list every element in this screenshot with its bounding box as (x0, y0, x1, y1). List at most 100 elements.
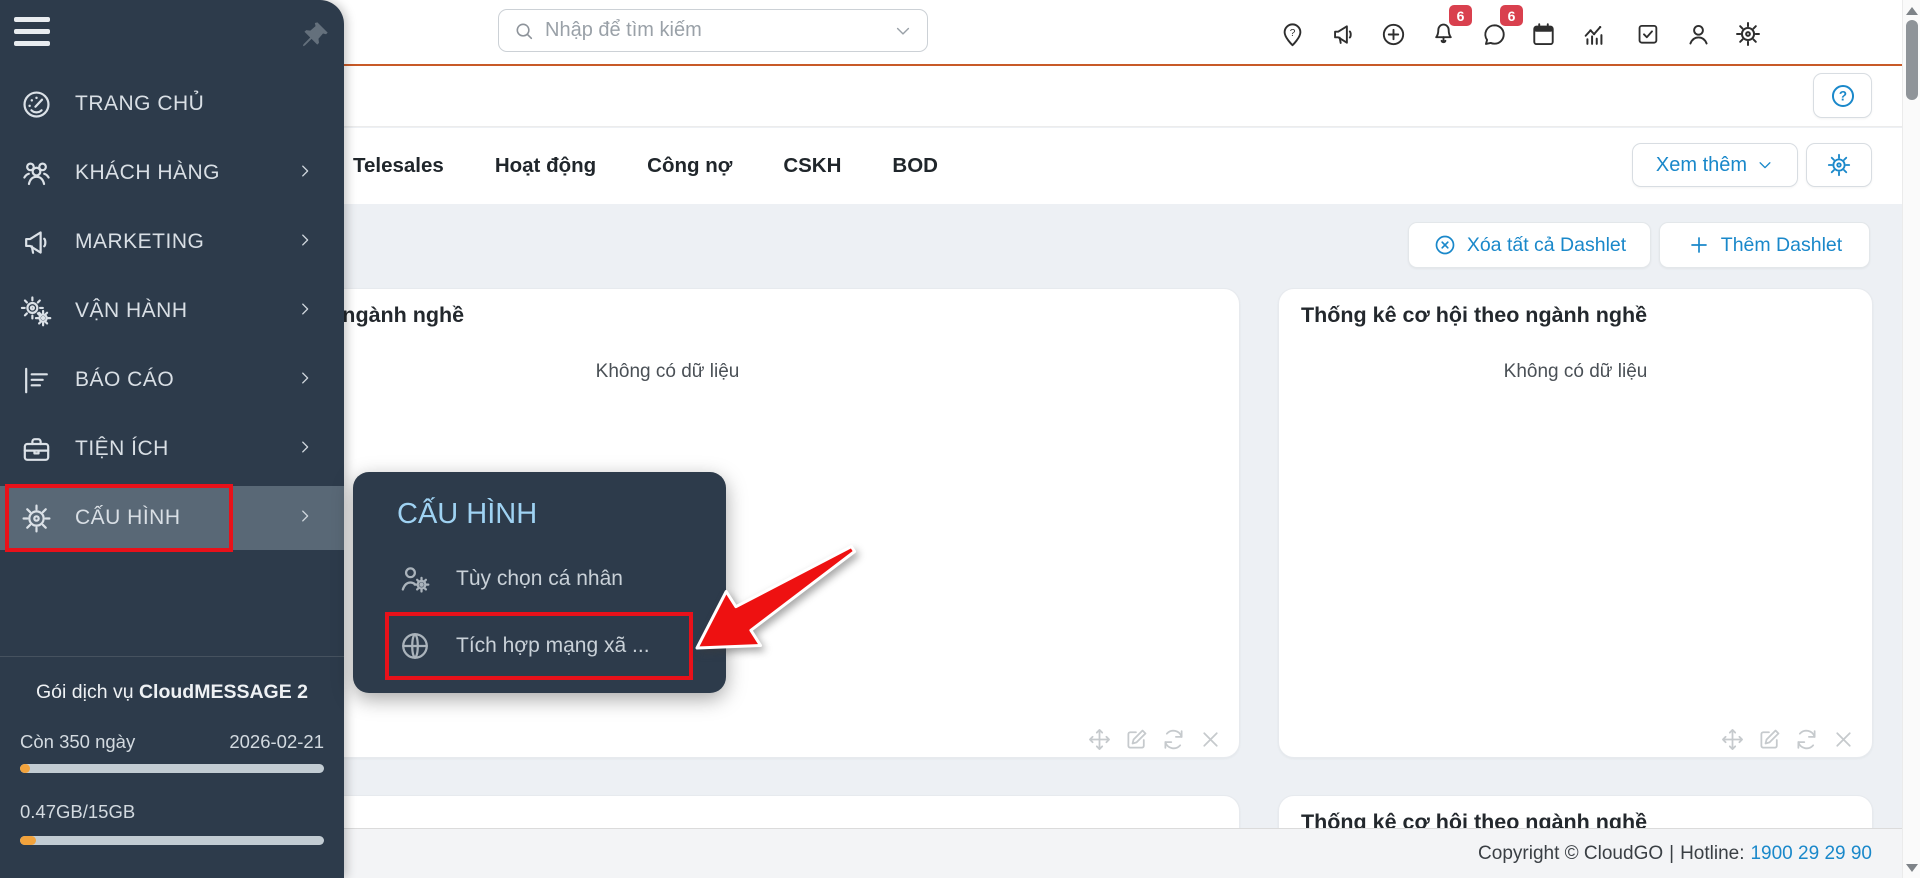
dashlet-card: Thống kê cơ hội theo ngành nghề Không có… (1278, 288, 1873, 758)
dashboard-settings-button[interactable] (1806, 143, 1872, 187)
bell-icon[interactable]: 6 (1423, 5, 1472, 54)
add-dashlet-button[interactable]: Thêm Dashlet (1659, 222, 1870, 268)
tab-cskh[interactable]: CSKH (783, 154, 841, 178)
edit-dashlet-icon[interactable] (1123, 726, 1149, 752)
sidebar-item-label: KHÁCH HÀNG (75, 161, 221, 184)
move-dashlet-icon[interactable] (1086, 726, 1112, 752)
sidebar-item-tien-ich[interactable]: TIỆN ÍCH (0, 417, 344, 481)
question-circle-icon (1829, 82, 1857, 110)
plus-circle-icon[interactable] (1373, 14, 1413, 54)
tab-hoat-dong[interactable]: Hoạt động (495, 154, 596, 178)
clear-all-label: Xóa tất cả Dashlet (1466, 233, 1627, 256)
utilities-briefcase-icon (20, 433, 53, 466)
dashboard-icon (20, 88, 53, 121)
hamburger-menu-icon[interactable] (14, 15, 50, 49)
customers-icon (20, 157, 53, 190)
chevron-down-icon[interactable] (893, 21, 913, 41)
edit-dashlet-icon[interactable] (1756, 726, 1782, 752)
scroll-up-button[interactable] (1906, 7, 1918, 15)
report-icon (20, 364, 53, 397)
analytics-icon[interactable] (1575, 14, 1615, 54)
plan-title: Gói dịch vụ CloudMESSAGE 2 (0, 681, 344, 704)
chevron-right-icon (296, 300, 314, 323)
dashlet-tools (1719, 726, 1856, 752)
sidebar-item-label: VẬN HÀNH (75, 299, 188, 322)
gear-icon (1826, 152, 1852, 178)
refresh-dashlet-icon[interactable] (1160, 726, 1186, 752)
sidebar-item-label: TIỆN ÍCH (75, 437, 169, 460)
footer-separator: | (1669, 842, 1675, 864)
sidebar-item-label: BÁO CÁO (75, 368, 175, 391)
scroll-down-button[interactable] (1906, 864, 1918, 872)
sidebar-item-khach-hang[interactable]: KHÁCH HÀNG (0, 141, 344, 205)
chevron-right-icon (296, 369, 314, 392)
service-plan-panel: Gói dịch vụ CloudMESSAGE 2 Còn 350 ngày … (0, 656, 344, 845)
sidebar-item-bao-cao[interactable]: BÁO CÁO (0, 348, 344, 412)
chat-icon[interactable]: 6 (1474, 5, 1523, 54)
tasks-check-icon[interactable] (1628, 14, 1668, 54)
chevron-down-icon (1756, 156, 1774, 174)
see-more-button[interactable]: Xem thêm (1632, 143, 1798, 187)
megaphone-icon (20, 226, 53, 259)
hotline-number[interactable]: 1900 29 29 90 (1750, 843, 1872, 865)
menu-item-tuy-chon-ca-nhan[interactable]: Tùy chọn cá nhân (398, 556, 708, 602)
user-icon[interactable] (1678, 14, 1718, 54)
dashlet-tools (1086, 726, 1223, 752)
sidebar: TRANG CHỦ KHÁCH HÀNG MARKETING VẬN HÀNH … (0, 0, 344, 878)
sidebar-item-marketing[interactable]: MARKETING (0, 210, 344, 274)
chevron-right-icon (296, 507, 314, 530)
dashboard-tabs: Telesales Hoạt động Công nợ CSKH BOD (353, 128, 938, 204)
global-search[interactable] (498, 9, 928, 52)
clear-all-dashlets-button[interactable]: Xóa tất cả Dashlet (1408, 222, 1651, 268)
plan-days-left: Còn 350 ngày (20, 731, 136, 752)
pin-sidebar-icon[interactable] (299, 19, 331, 56)
vertical-scrollbar (1902, 0, 1920, 878)
annotation-box-sidebar (5, 484, 233, 552)
plus-icon (1687, 233, 1711, 257)
plan-expiry-date: 2026-02-21 (229, 731, 324, 752)
tab-bod[interactable]: BOD (892, 154, 938, 178)
refresh-dashlet-icon[interactable] (1793, 726, 1819, 752)
flyout-title: CẤU HÌNH (397, 498, 538, 530)
plan-name: CloudMESSAGE 2 (138, 681, 308, 703)
sidebar-item-van-hanh[interactable]: VẬN HÀNH (0, 279, 344, 343)
copyright-text: Copyright © CloudGO (1478, 842, 1664, 864)
calendar-icon[interactable] (1523, 14, 1563, 54)
operations-gears-icon (20, 295, 53, 328)
notification-badge: 6 (1449, 5, 1472, 26)
plan-label: Gói dịch vụ (36, 681, 139, 703)
map-pin-question-icon[interactable] (1272, 14, 1312, 54)
chevron-right-icon (296, 438, 314, 461)
message-badge: 6 (1500, 5, 1523, 26)
scrollbar-thumb[interactable] (1905, 20, 1918, 100)
add-dashlet-label: Thêm Dashlet (1720, 233, 1843, 256)
dashlet-empty-text: Không có dữ liệu (1503, 361, 1648, 382)
search-input[interactable] (545, 19, 893, 42)
sidebar-item-trang-chu[interactable]: TRANG CHỦ (0, 72, 344, 136)
sidebar-item-label: MARKETING (75, 230, 205, 253)
see-more-label: Xem thêm (1655, 153, 1748, 176)
chevron-right-icon (296, 162, 314, 185)
menu-item-label: Tùy chọn cá nhân (456, 567, 623, 590)
tab-telesales[interactable]: Telesales (353, 154, 444, 178)
app-page: 6 6 Telesales Hoạt động Công nợ CSKH BOD… (0, 0, 1920, 878)
tab-cong-no[interactable]: Công nợ (647, 154, 732, 178)
search-icon (513, 20, 535, 42)
plan-days-progressbar (20, 764, 324, 773)
chevron-right-icon (296, 231, 314, 254)
hotline-label: Hotline: (1680, 842, 1745, 864)
plan-storage: 0.47GB/15GB (20, 801, 136, 822)
plan-storage-progressbar (20, 836, 324, 845)
cau-hinh-flyout-menu: CẤU HÌNH Tùy chọn cá nhân Tích hợp mạng … (353, 472, 726, 693)
remove-dashlet-icon[interactable] (1830, 726, 1856, 752)
remove-dashlet-icon[interactable] (1197, 726, 1223, 752)
move-dashlet-icon[interactable] (1719, 726, 1745, 752)
dashlet-title: Thống kê cơ hội theo ngành nghề (1301, 303, 1648, 327)
circle-x-icon (1433, 233, 1457, 257)
user-preferences-icon (398, 562, 432, 596)
annotation-box-menu-item (385, 612, 693, 680)
help-button[interactable] (1813, 73, 1872, 118)
sidebar-item-label: TRANG CHỦ (75, 92, 205, 115)
settings-icon[interactable] (1728, 14, 1768, 54)
megaphone-icon[interactable] (1323, 14, 1363, 54)
